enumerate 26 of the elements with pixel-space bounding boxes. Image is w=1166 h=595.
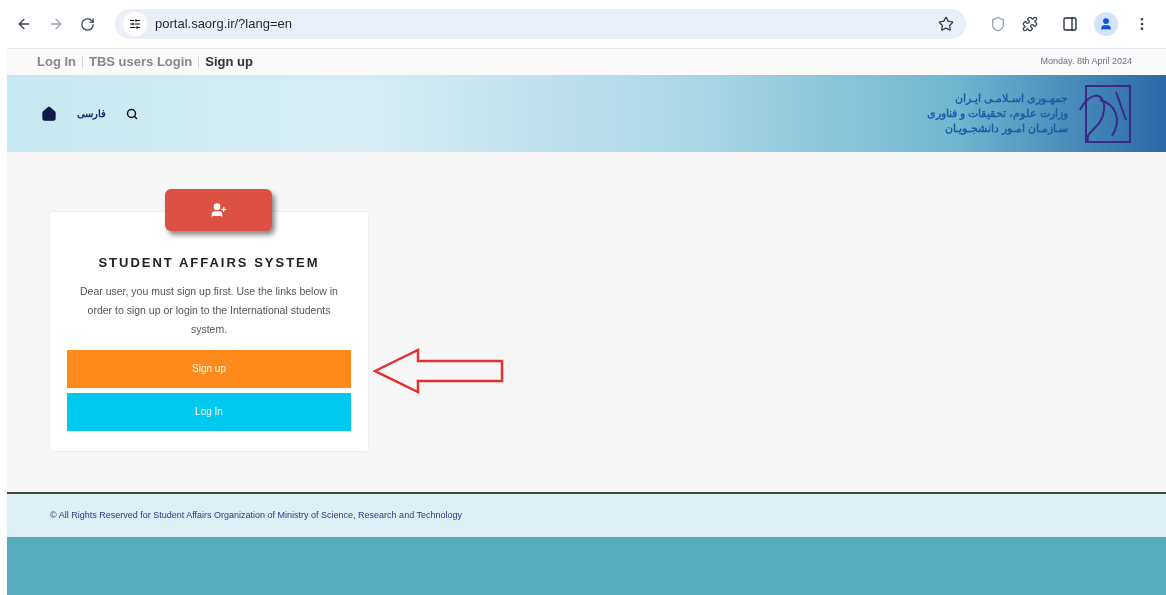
site-settings-icon[interactable] bbox=[123, 12, 147, 36]
side-panel-icon[interactable] bbox=[1062, 16, 1078, 32]
language-link[interactable]: فارسی bbox=[77, 106, 106, 121]
reload-icon[interactable] bbox=[80, 16, 95, 32]
top-nav-link[interactable]: Sign up bbox=[205, 52, 253, 72]
copyright-text: © All Rights Reserved for Student Affairs Organization of Ministry of Science, Research and Technology bbox=[50, 508, 462, 522]
shield-icon[interactable] bbox=[990, 16, 1006, 32]
home-icon[interactable] bbox=[41, 105, 57, 122]
profile-icon[interactable] bbox=[1094, 12, 1118, 36]
ministry-name-line: سـازمـان امـور دانشجـویـان bbox=[944, 121, 1068, 136]
url-text: portal.saorg.ir/?lang=en bbox=[155, 15, 293, 34]
sign-up-button[interactable]: Sign up bbox=[67, 349, 351, 388]
add-user-icon bbox=[210, 202, 227, 218]
extensions-icon[interactable] bbox=[1022, 16, 1038, 32]
search-icon[interactable] bbox=[126, 107, 138, 120]
address-bar[interactable]: portal.saorg.ir/?lang=en bbox=[115, 9, 966, 39]
back-icon[interactable] bbox=[16, 16, 32, 32]
log-in-button[interactable]: Log In bbox=[67, 392, 351, 431]
top-nav-link[interactable]: TBS users Login bbox=[89, 52, 193, 72]
current-date: Monday. 8th April 2024 bbox=[1040, 55, 1132, 69]
bookmark-star-icon[interactable] bbox=[938, 16, 954, 32]
card-message: Dear user, you must sign up first. Use the links below in order to sign up or login to the International students system. bbox=[79, 283, 339, 337]
ministry-name-line: وزارت علوم، تحقیقات و فناوری bbox=[926, 106, 1068, 121]
ministry-name-line: جمهـوری اسـلامـی ایـران bbox=[954, 91, 1068, 106]
card-title: STUDENT AFFAIRS SYSTEM bbox=[98, 254, 320, 272]
top-nav-link[interactable]: Log In bbox=[37, 52, 76, 72]
